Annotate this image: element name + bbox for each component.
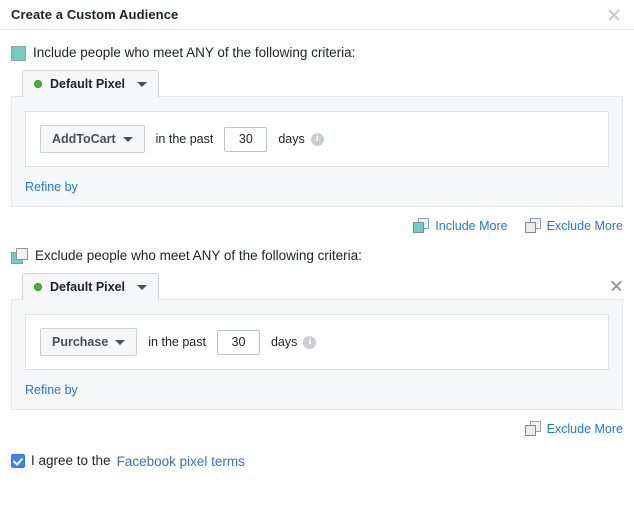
include-criteria-panel: AddToCart in the past days Refine by — [11, 96, 623, 207]
exclude-in-the-past-label: in the past — [148, 335, 206, 349]
exclude-pixel-name: Default Pixel — [50, 280, 126, 294]
include-pixel-selector[interactable]: Default Pixel — [22, 70, 160, 97]
chevron-down-icon — [122, 136, 133, 142]
exclude-pixel-selector[interactable]: Default Pixel — [22, 273, 160, 300]
chevron-down-icon — [137, 284, 148, 290]
exclude-event-dropdown[interactable]: Purchase — [40, 328, 138, 356]
remove-section-icon[interactable] — [610, 279, 624, 293]
include-more-button[interactable]: Include More — [413, 218, 508, 233]
exclude-pixel-tab-row: Default Pixel — [11, 273, 623, 300]
page-title: Create a Custom Audience — [11, 7, 179, 22]
exclude-more-icon — [524, 421, 541, 436]
facebook-pixel-terms-link[interactable]: Facebook pixel terms — [117, 454, 245, 469]
include-pixel-tab-row: Default Pixel — [11, 70, 623, 97]
exclude-more-label: Exclude More — [546, 218, 623, 233]
chevron-down-icon — [137, 81, 148, 87]
exclude-more-icon — [524, 218, 541, 233]
exclude-criteria-panel: Purchase in the past days Refine by — [11, 299, 623, 410]
include-event-dropdown[interactable]: AddToCart — [40, 125, 145, 153]
close-icon[interactable] — [606, 7, 622, 23]
exclude-criteria-box: Purchase in the past days — [25, 314, 609, 370]
exclude-marker-icon — [11, 248, 28, 264]
exclude-criteria-row: Purchase in the past days — [40, 328, 594, 356]
include-in-the-past-label: in the past — [155, 132, 214, 146]
include-criteria-box: AddToCart in the past days — [25, 111, 609, 167]
exclude-section-heading: Exclude people who meet ANY of the follo… — [11, 233, 623, 273]
include-event-label: AddToCart — [52, 132, 116, 146]
include-more-icon — [413, 218, 430, 233]
include-criteria-row: AddToCart in the past days — [40, 125, 594, 153]
include-marker-icon — [11, 45, 26, 61]
dialog-body: Include people who meet ANY of the follo… — [0, 30, 634, 469]
exclude-days-label: days — [270, 335, 298, 349]
terms-checkbox[interactable] — [11, 454, 25, 468]
exclude-section-label: Exclude people who meet ANY of the follo… — [35, 248, 362, 263]
info-icon[interactable] — [310, 132, 324, 146]
green-status-dot-icon — [34, 283, 42, 291]
exclude-more-button-2[interactable]: Exclude More — [524, 421, 623, 436]
terms-agreement-row: I agree to the Facebook pixel terms — [11, 436, 623, 469]
exclude-more-label-2: Exclude More — [546, 421, 623, 436]
include-exclude-more-row: Include More Exclude More — [11, 207, 623, 233]
include-more-label: Include More — [435, 218, 508, 233]
info-icon[interactable] — [303, 335, 317, 349]
include-section-heading: Include people who meet ANY of the follo… — [11, 30, 623, 70]
include-days-label: days — [278, 132, 305, 146]
include-section-label: Include people who meet ANY of the follo… — [33, 45, 356, 60]
include-days-input[interactable] — [224, 126, 268, 152]
exclude-event-label: Purchase — [52, 335, 109, 349]
exclude-more-row: Exclude More — [11, 410, 623, 436]
include-refine-by-link[interactable]: Refine by — [25, 180, 78, 194]
include-pixel-name: Default Pixel — [50, 77, 126, 91]
create-custom-audience-dialog: Create a Custom Audience Include people … — [0, 0, 634, 515]
exclude-more-button[interactable]: Exclude More — [524, 218, 623, 233]
exclude-refine-by-link[interactable]: Refine by — [25, 383, 78, 397]
dialog-header: Create a Custom Audience — [0, 0, 634, 30]
green-status-dot-icon — [34, 80, 42, 88]
chevron-down-icon — [115, 339, 126, 345]
terms-text: I agree to the — [31, 453, 111, 468]
exclude-days-input[interactable] — [216, 329, 260, 355]
